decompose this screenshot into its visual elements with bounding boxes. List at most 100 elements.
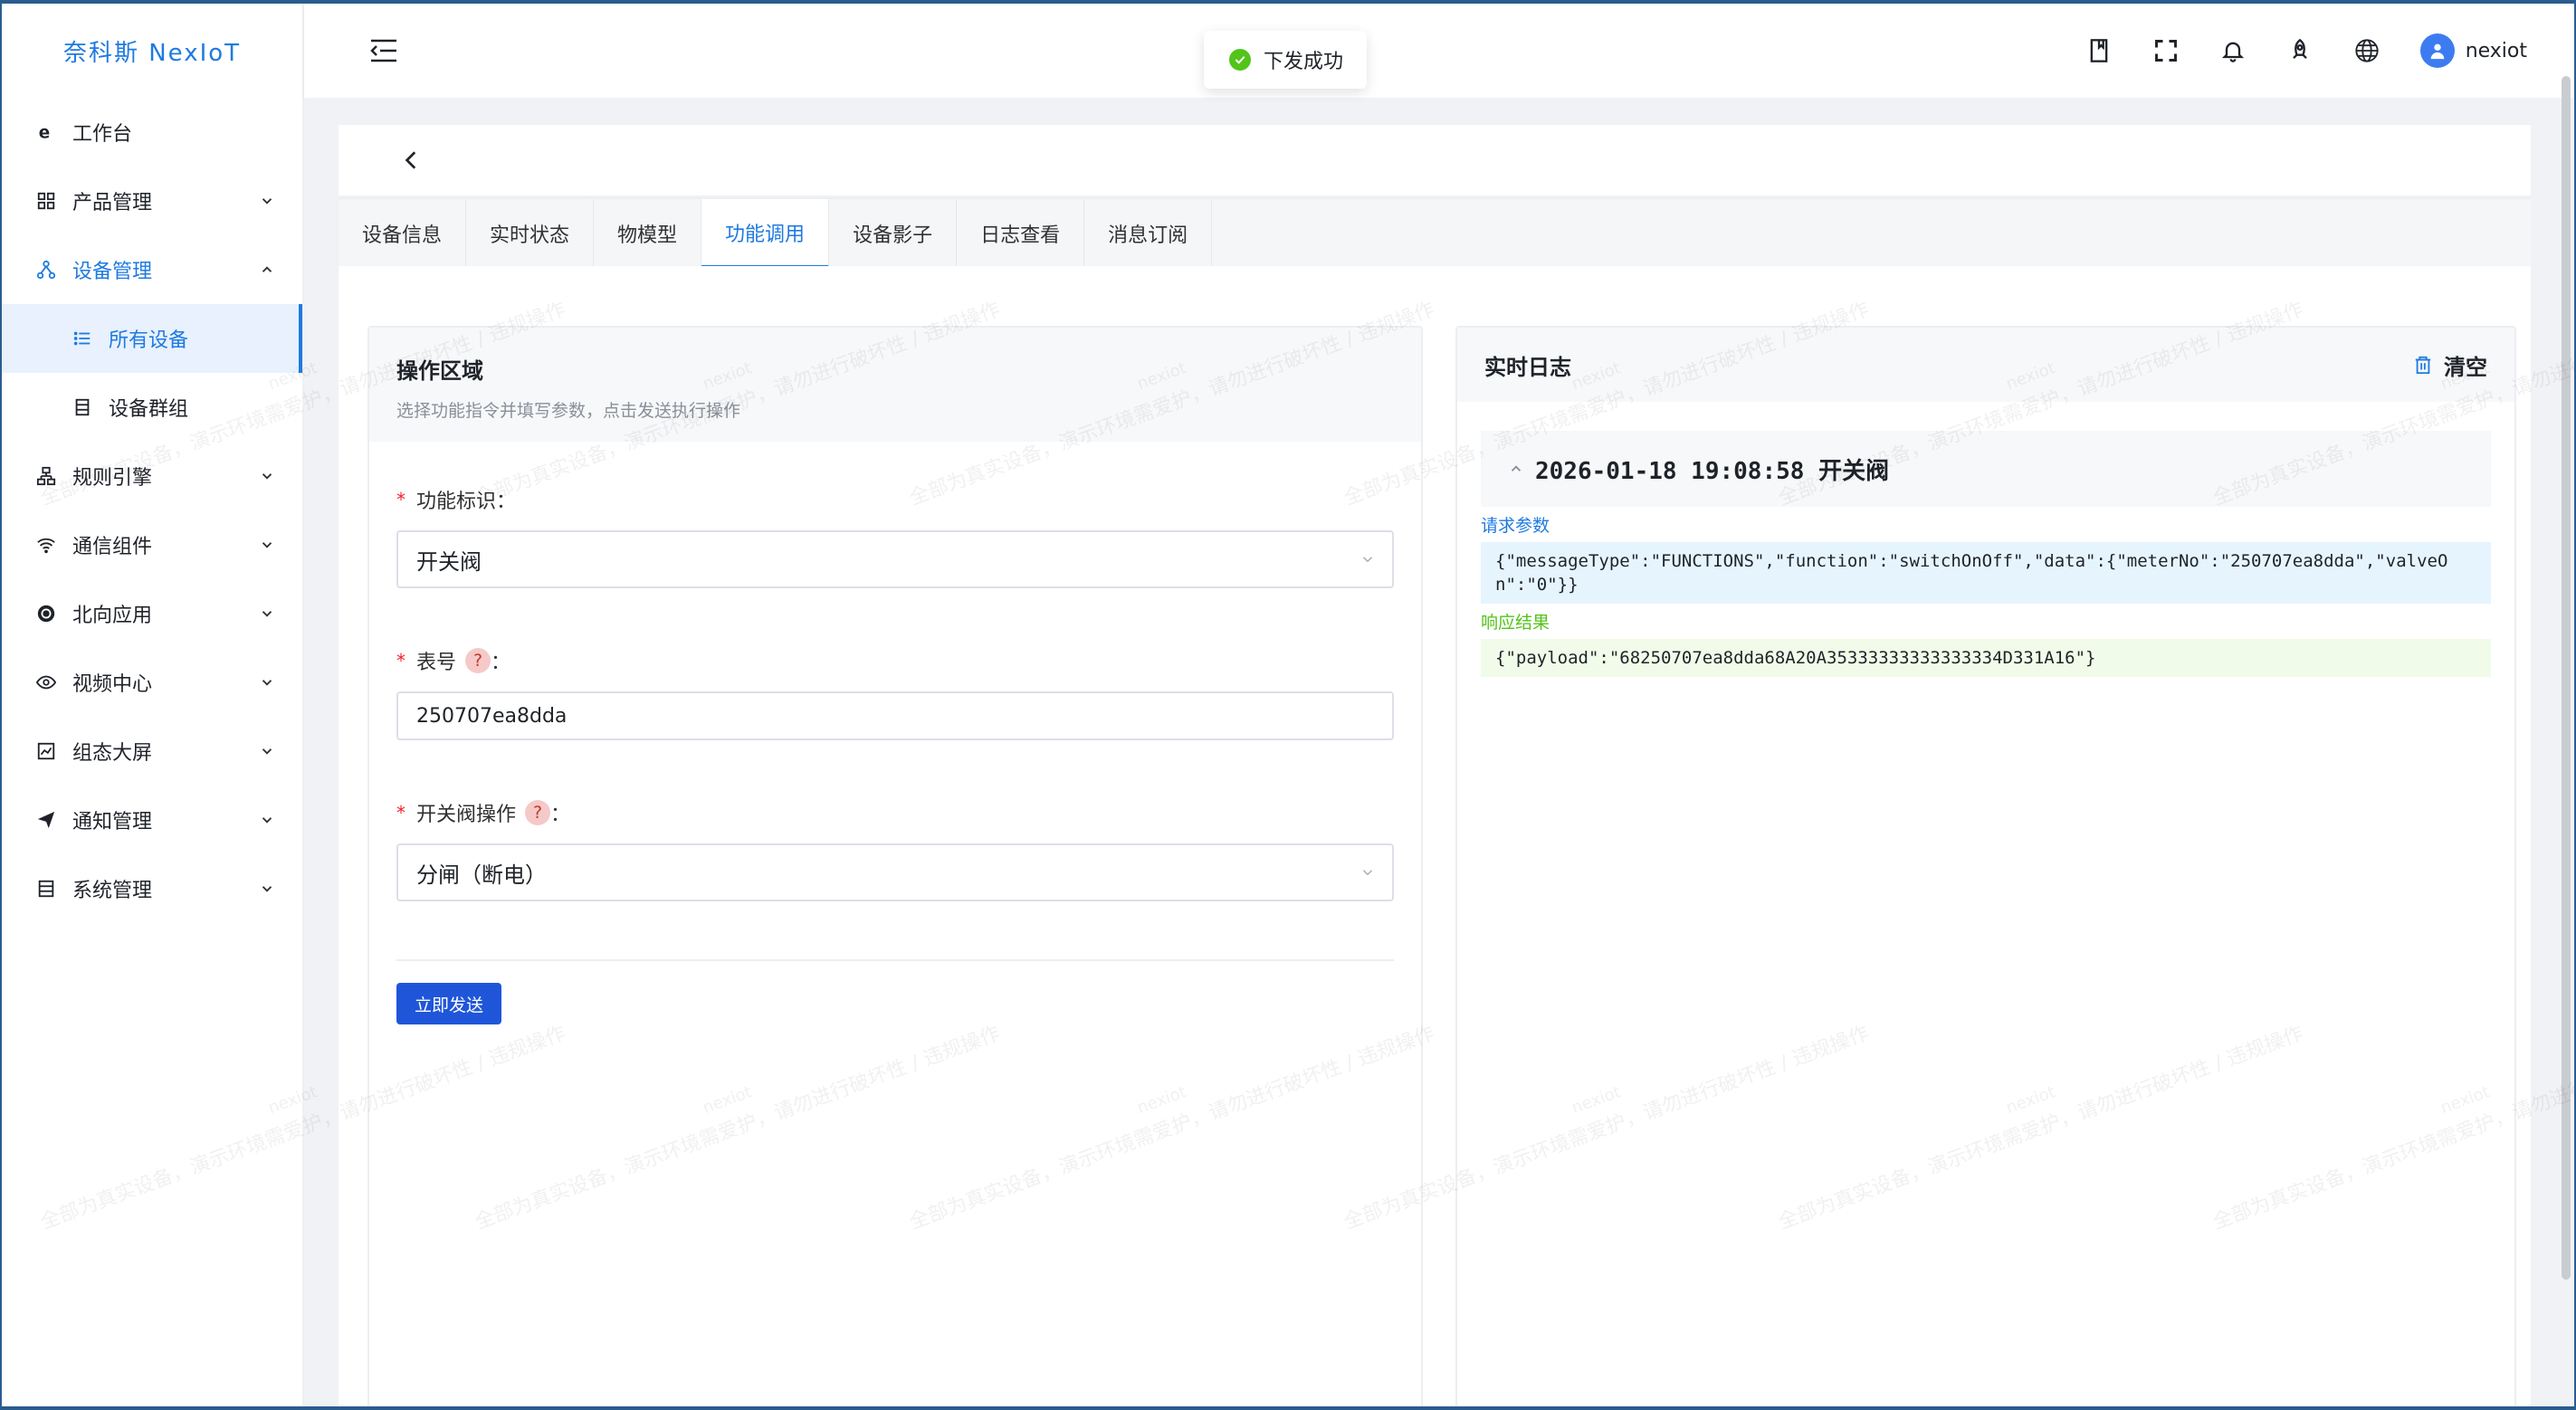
- valve-field-group: * 开关阀操作 ?： 分闸（断电）: [396, 798, 1394, 901]
- sidebar-item-northbound[interactable]: 北向应用: [2, 579, 302, 648]
- operation-card-header: 操作区域 选择功能指令并填写参数，点击发送执行操作: [369, 328, 1421, 442]
- fullscreen-icon[interactable]: [2152, 37, 2180, 64]
- realtime-log-card: 实时日志 清空 2026-01-18 19:08:58 开关阀 请求参数 {"m…: [1455, 326, 2516, 1406]
- required-mark: *: [396, 489, 405, 510]
- required-mark: *: [396, 650, 405, 672]
- eye-icon: [34, 671, 58, 694]
- function-label: * 功能标识：: [396, 489, 517, 513]
- sidebar-item-workbench[interactable]: e 工作台: [2, 98, 302, 167]
- sidebar-item-notification[interactable]: 通知管理: [2, 786, 302, 854]
- response-result-label: 响应结果: [1481, 613, 1550, 633]
- chevron-down-icon: [262, 748, 272, 755]
- app-icon: [34, 602, 58, 625]
- chevron-down-icon: [262, 817, 272, 824]
- rule-icon: [34, 464, 58, 488]
- log-entry-header[interactable]: 2026-01-18 19:08:58 开关阀: [1481, 431, 2491, 507]
- page-scrollbar[interactable]: [2562, 76, 2571, 1280]
- check-circle-icon: [1229, 49, 1251, 71]
- tab-function-call[interactable]: 功能调用: [701, 199, 830, 268]
- sidebar-menu: e 工作台 产品管理 设备管理 所有设备 设备群组 规则引擎 通信组件 北向应用…: [2, 98, 302, 923]
- sidebar-item-video[interactable]: 视频中心: [2, 648, 302, 717]
- sidebar-item-product[interactable]: 产品管理: [2, 167, 302, 235]
- tab-message-subscribe[interactable]: 消息订阅: [1084, 199, 1213, 268]
- sidebar: 奈科斯 NexIoT e 工作台 产品管理 设备管理 所有设备 设备群组 规则引…: [2, 4, 304, 1406]
- username: nexiot: [2465, 39, 2527, 62]
- sidebar-item-label: 产品管理: [72, 192, 153, 214]
- send-icon: [34, 808, 58, 832]
- ie-icon: e: [34, 120, 58, 144]
- tab-thing-model[interactable]: 物模型: [594, 199, 702, 268]
- success-toast: 下发成功: [1204, 31, 1368, 89]
- sidebar-item-device-group[interactable]: 设备群组: [2, 373, 302, 442]
- sidebar-item-rule-engine[interactable]: 规则引擎: [2, 442, 302, 510]
- function-select-value: 开关阀: [416, 548, 482, 575]
- sidebar-item-label: 工作台: [72, 123, 133, 146]
- sidebar-item-communication[interactable]: 通信组件: [2, 510, 302, 579]
- help-icon[interactable]: ?: [465, 648, 491, 673]
- device-tabs: 设备信息 实时状态 物模型 功能调用 设备影子 日志查看 消息订阅: [339, 197, 2531, 268]
- meter-number-input[interactable]: 250707ea8dda: [396, 691, 1394, 740]
- clear-log-button[interactable]: 清空: [2413, 349, 2487, 381]
- help-icon[interactable]: ?: [525, 800, 551, 825]
- tab-log-view[interactable]: 日志查看: [957, 199, 1085, 268]
- system-icon: [34, 877, 58, 900]
- menu-fold-icon[interactable]: [369, 38, 398, 63]
- sidebar-item-system[interactable]: 系统管理: [2, 854, 302, 923]
- response-result-block: {"payload":"68250707ea8dda68A20A35333333…: [1481, 639, 2491, 677]
- sidebar-item-label: 通知管理: [72, 811, 153, 834]
- required-mark: *: [396, 802, 405, 824]
- sidebar-item-label: 通信组件: [72, 536, 153, 558]
- chevron-down-icon: [1362, 870, 1373, 876]
- meter-number-value: 250707ea8dda: [416, 704, 568, 728]
- sidebar-item-device[interactable]: 设备管理: [2, 235, 302, 304]
- sidebar-item-label: 系统管理: [72, 880, 153, 902]
- sidebar-item-dashboard[interactable]: 组态大屏: [2, 717, 302, 786]
- sidebar-item-label: 规则引擎: [72, 467, 153, 490]
- operation-title: 操作区域: [396, 358, 483, 384]
- request-params-block: {"messageType":"FUNCTIONS","function":"s…: [1481, 542, 2491, 604]
- valve-operation-select[interactable]: 分闸（断电）: [396, 843, 1394, 901]
- function-select[interactable]: 开关阀: [396, 530, 1394, 588]
- list-icon: [71, 327, 94, 350]
- bell-icon[interactable]: [2219, 37, 2247, 64]
- svg-text:e: e: [39, 123, 50, 142]
- sidebar-item-label: 设备管理: [72, 261, 153, 283]
- valve-label: * 开关阀操作 ?：: [396, 800, 571, 826]
- tab-device-info[interactable]: 设备信息: [339, 199, 467, 268]
- form-divider: [396, 959, 1394, 961]
- chevron-down-icon: [262, 198, 272, 205]
- trash-icon: [2415, 356, 2431, 375]
- globe-icon[interactable]: [2353, 37, 2380, 64]
- function-field-group: * 功能标识： 开关阀: [396, 485, 1394, 588]
- send-now-button[interactable]: 立即发送: [396, 983, 502, 1024]
- chevron-down-icon: [262, 611, 272, 617]
- main-area: 设备信息 实时状态 物模型 功能调用 设备影子 日志查看 消息订阅 操作区域 选…: [304, 98, 2574, 1406]
- chevron-down-icon: [262, 473, 272, 480]
- rocket-icon[interactable]: [2286, 37, 2314, 64]
- tab-content: 操作区域 选择功能指令并填写参数，点击发送执行操作 * 功能标识： 开关阀 * …: [339, 266, 2531, 1406]
- user-menu[interactable]: nexiot: [2419, 33, 2527, 68]
- sidebar-item-label: 设备群组: [109, 398, 189, 421]
- log-card-header: 实时日志 清空: [1457, 328, 2514, 402]
- chevron-down-icon: [262, 886, 272, 892]
- operation-card: 操作区域 选择功能指令并填写参数，点击发送执行操作 * 功能标识： 开关阀 * …: [367, 326, 1423, 1406]
- chevron-up-icon: [262, 266, 272, 272]
- header-actions: nexiot: [2085, 4, 2527, 98]
- sidebar-item-label: 视频中心: [72, 673, 153, 696]
- page-header: [339, 125, 2531, 195]
- tab-device-shadow[interactable]: 设备影子: [829, 199, 958, 268]
- request-params-label: 请求参数: [1481, 516, 1550, 536]
- app-window: 奈科斯 NexIoT e 工作台 产品管理 设备管理 所有设备 设备群组 规则引…: [2, 4, 2574, 1406]
- valve-operation-value: 分闸（断电）: [416, 862, 547, 888]
- book-icon[interactable]: [2085, 37, 2113, 64]
- avatar: [2419, 33, 2455, 68]
- chevron-down-icon: [262, 680, 272, 686]
- device-icon: [34, 258, 58, 281]
- app-logo[interactable]: 奈科斯 NexIoT: [2, 4, 302, 98]
- log-entry-title: 2026-01-18 19:08:58 开关阀: [1535, 457, 1890, 485]
- function-form: * 功能标识： 开关阀 * 表号 ?： 250707ea8dda * 开关阀操作…: [369, 442, 1421, 1024]
- top-header: nexiot: [304, 4, 2574, 98]
- sidebar-item-all-devices[interactable]: 所有设备: [2, 304, 302, 373]
- back-arrow-icon[interactable]: [400, 148, 424, 172]
- tab-realtime-status[interactable]: 实时状态: [466, 199, 595, 268]
